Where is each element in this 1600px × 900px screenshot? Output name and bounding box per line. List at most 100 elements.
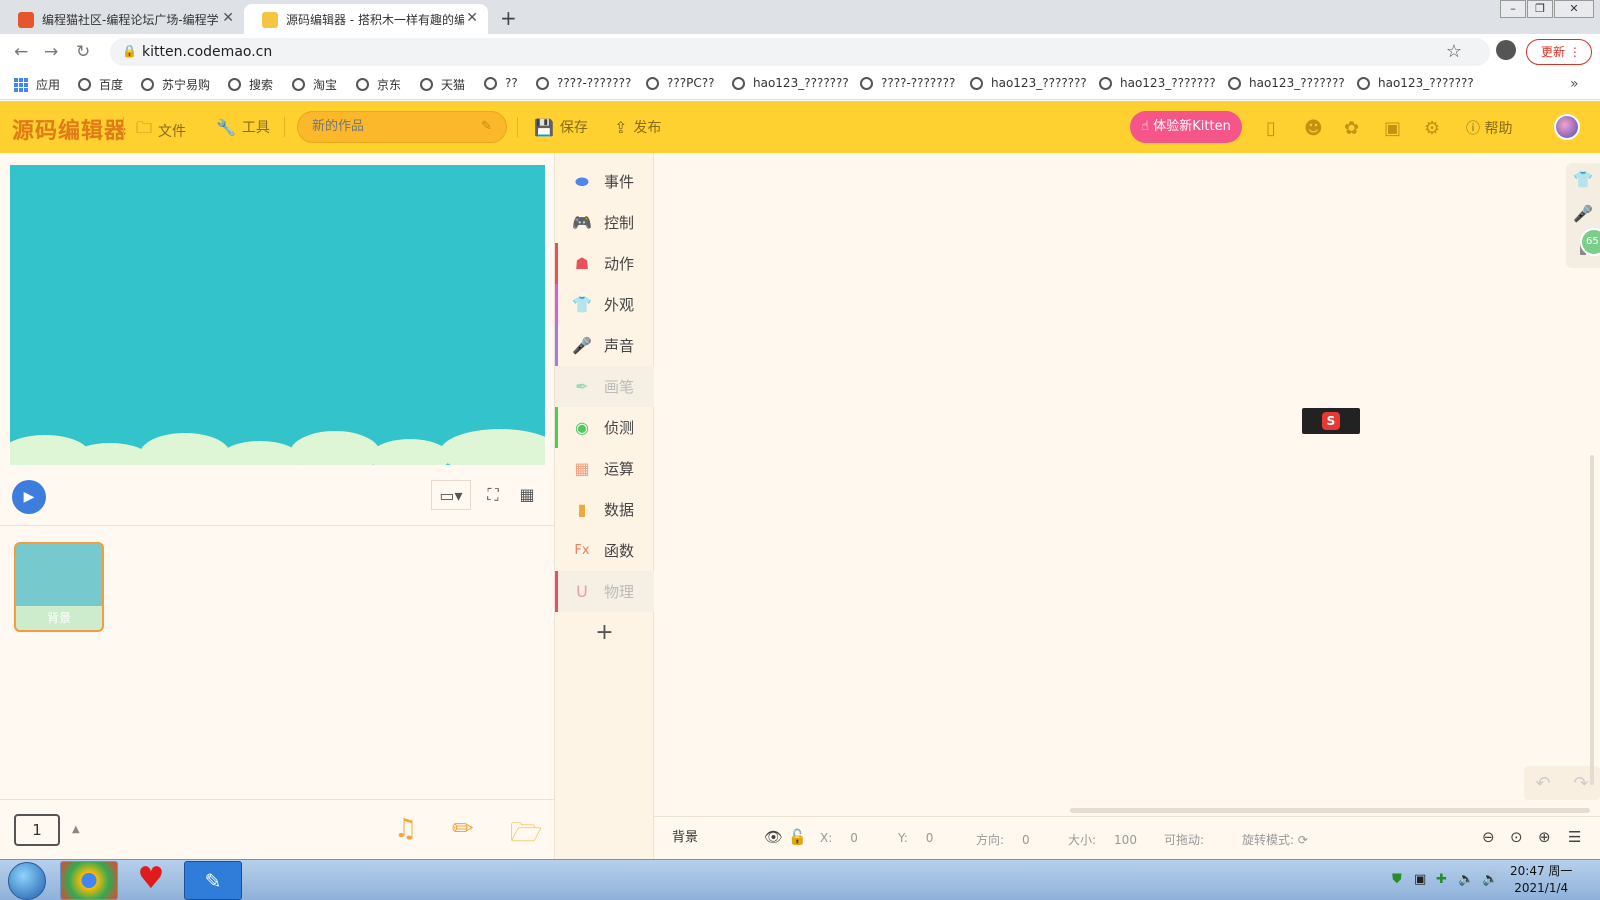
y-value[interactable]: 0 [926, 831, 934, 845]
background-sprite-card[interactable]: 背景 [14, 542, 104, 632]
project-name-input[interactable] [312, 119, 472, 134]
category-functions[interactable]: Fx 函数 [555, 530, 654, 571]
bookmark-item[interactable]: 苏宁易购 [141, 76, 210, 93]
play-button[interactable]: ▶ [12, 480, 46, 514]
bookmark-item[interactable]: ???PC?? [646, 76, 714, 90]
zoom-out-icon[interactable]: ⊖ [1482, 828, 1495, 846]
bookmark-item[interactable]: hao123_??????? [1099, 76, 1216, 90]
bookmark-item[interactable]: 天猫 [420, 76, 465, 93]
browser-update-button[interactable]: 更新 ⋮ [1526, 39, 1592, 65]
side-badge[interactable]: 65 [1580, 228, 1600, 256]
browser-tab[interactable]: 编程猫社区-编程论坛广场-编程学 ✕ [0, 4, 244, 34]
grid-icon[interactable]: ▦ [510, 480, 544, 510]
gift-icon[interactable]: ▣ [1384, 118, 1401, 139]
category-sensing[interactable]: ◉ 侦测 [555, 407, 654, 448]
apps-shortcut[interactable]: 应用 [14, 76, 60, 93]
bookmark-star-icon[interactable]: ☆ [1446, 41, 1462, 62]
bookmark-item[interactable]: hao123_??????? [1228, 76, 1345, 90]
address-bar[interactable]: 🔒 kitten.codemao.cn ☆ [110, 38, 1490, 66]
menu-icon[interactable]: ☰ [1568, 828, 1581, 846]
draw-sprite-pencil-icon[interactable]: ✏ [452, 814, 474, 844]
sound-microphone-icon[interactable]: 🎤 [1566, 197, 1600, 231]
bookmark-item[interactable]: 京东 [356, 76, 401, 93]
publish-button[interactable]: ⇪ 发布 [614, 117, 661, 137]
try-new-kitten-button[interactable]: ☝ 体验新Kitten [1130, 111, 1242, 143]
rotate-icon[interactable]: ⟳ [1298, 833, 1308, 847]
close-window-button[interactable]: ✕ [1554, 0, 1594, 18]
lock-icon[interactable]: 🔓 [788, 828, 807, 846]
security-shield-icon[interactable]: ⛊ [1392, 872, 1402, 887]
upload-folder-icon[interactable]: 🗁 [510, 814, 542, 858]
network-icon[interactable]: ▣ [1414, 872, 1426, 887]
tray-plus-icon[interactable]: ✚ [1436, 872, 1447, 887]
category-physics[interactable]: U 物理 [555, 571, 654, 612]
category-pen[interactable]: ✒ 画笔 [555, 366, 654, 407]
sprite-name-field[interactable]: 背景 [668, 825, 768, 851]
bookmark-item[interactable]: hao123_??????? [732, 76, 849, 90]
category-data[interactable]: ▮ 数据 [555, 489, 654, 530]
vertical-scrollbar[interactable] [1590, 455, 1594, 785]
file-menu-button[interactable]: 🗀 文件 [136, 117, 186, 144]
editor-taskbar-icon[interactable]: ✎ [184, 861, 242, 900]
sogou-ime-toolbar[interactable]: S [1302, 408, 1360, 434]
stage-mode-dropdown-icon[interactable]: ▭▾ [431, 480, 471, 510]
restore-window-button[interactable]: ❐ [1527, 0, 1553, 18]
redo-icon[interactable]: ↷ [1573, 773, 1588, 794]
stage-canvas[interactable] [10, 165, 545, 465]
bookmark-item[interactable]: ????-??????? [860, 76, 955, 90]
x-value[interactable]: 0 [850, 831, 858, 845]
volume-mute-icon[interactable]: 🔈 [1458, 872, 1474, 887]
zoom-in-icon[interactable]: ⊕ [1538, 828, 1551, 846]
category-control[interactable]: 🎮 控制 [555, 202, 654, 243]
category-looks[interactable]: 👕 外观 [555, 284, 654, 325]
extension-icon[interactable]: ✿ [1344, 118, 1359, 139]
rotation-mode-property[interactable]: 旋转模式: ⟳ [1242, 831, 1308, 848]
add-sound-icon[interactable]: ♫ [394, 814, 417, 844]
bookmark-item[interactable]: 百度 [78, 76, 123, 93]
zoom-reset-icon[interactable]: ⊙ [1510, 828, 1523, 846]
browser-tab-active[interactable]: 源码编辑器 - 搭积木一样有趣的编 ✕ [244, 4, 488, 34]
more-bookmarks-icon[interactable]: » [1570, 76, 1579, 92]
robot-icon[interactable]: ☻ [1304, 118, 1323, 139]
save-button[interactable]: 💾 保存 [534, 117, 588, 137]
user-avatar[interactable] [1554, 114, 1580, 140]
close-tab-icon[interactable]: ✕ [466, 10, 478, 26]
code-workspace[interactable] [654, 153, 1600, 816]
profile-avatar-icon[interactable] [1496, 40, 1516, 60]
undo-icon[interactable]: ↶ [1535, 773, 1550, 794]
minimize-window-button[interactable]: – [1500, 0, 1526, 18]
back-icon[interactable]: ← [14, 42, 28, 62]
volume-icon[interactable]: 🔊 [1482, 872, 1498, 887]
visibility-eye-icon[interactable]: 👁 [764, 828, 783, 846]
add-extension-button[interactable]: + [555, 613, 654, 653]
bookmark-item[interactable]: hao123_??????? [970, 76, 1087, 90]
reload-icon[interactable]: ↻ [76, 42, 90, 62]
heart-app-taskbar-icon[interactable]: ♥ [122, 861, 180, 900]
help-button[interactable]: ⓘ 帮助 [1466, 118, 1512, 138]
forward-icon[interactable]: → [44, 42, 58, 62]
category-motion[interactable]: ☗ 动作 [555, 243, 654, 284]
bookmark-item[interactable]: ?? [484, 76, 518, 90]
horizontal-scrollbar[interactable] [1070, 808, 1590, 813]
category-operators[interactable]: ▦ 运算 [555, 448, 654, 489]
chrome-taskbar-icon[interactable] [60, 861, 118, 900]
category-events[interactable]: ⬬ 事件 [555, 161, 654, 202]
close-tab-icon[interactable]: ✕ [222, 10, 234, 26]
settings-gear-icon[interactable]: ⚙ [1424, 118, 1440, 139]
windows-start-icon[interactable] [8, 862, 46, 900]
bookmark-item[interactable]: hao123_??????? [1357, 76, 1474, 90]
direction-value[interactable]: 0 [1022, 833, 1030, 847]
tablet-icon[interactable]: ▯ [1266, 118, 1276, 139]
bookmark-item[interactable]: 淘宝 [292, 76, 337, 93]
size-value[interactable]: 100 [1114, 833, 1137, 847]
draggable-property[interactable]: 可拖动: [1164, 831, 1204, 848]
new-tab-button[interactable]: + [500, 6, 517, 30]
bookmark-item[interactable]: ????-??????? [536, 76, 631, 90]
category-sound[interactable]: 🎤 声音 [555, 325, 654, 366]
system-clock[interactable]: 20:47 周一 2021/1/4 [1510, 863, 1572, 897]
costume-shirt-icon[interactable]: 👕 [1566, 163, 1600, 197]
fullscreen-icon[interactable]: ⛶ [476, 480, 510, 510]
tools-menu-button[interactable]: 🔧 工具 [216, 117, 270, 137]
project-name-field[interactable]: ✎ [297, 111, 507, 143]
screen-switcher-button[interactable]: 1 [14, 814, 60, 846]
